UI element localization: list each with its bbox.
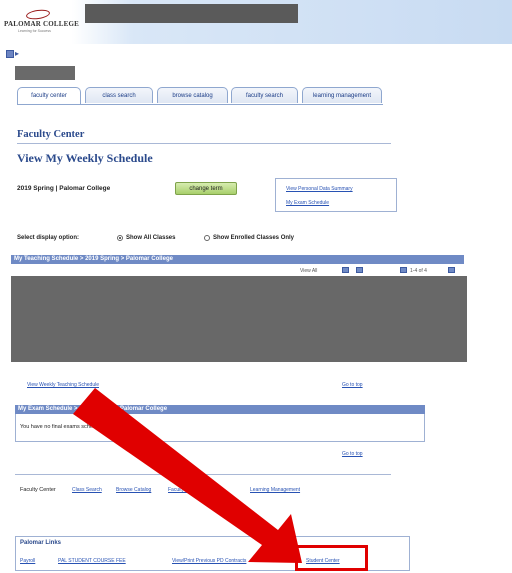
footer-divider — [15, 474, 391, 475]
show-enrolled-classes-label[interactable]: Show Enrolled Classes Only — [213, 235, 294, 241]
go-to-top-link[interactable]: Go to top — [342, 451, 363, 457]
grid-icon[interactable] — [356, 267, 363, 273]
footer-browse-catalog-link[interactable]: Browse Catalog — [116, 487, 151, 493]
view-personal-data-link[interactable]: View Personal Data Summary — [286, 186, 353, 192]
student-center-highlight-box — [295, 545, 368, 571]
redacted-area — [85, 4, 298, 23]
palomar-links-title: Palomar Links — [20, 540, 62, 546]
my-exam-schedule-link[interactable]: My Exam Schedule — [286, 200, 329, 206]
side-links-box — [275, 178, 397, 212]
next-page-icon[interactable] — [448, 267, 455, 273]
menu-arrow-icon[interactable]: ▸ — [15, 49, 19, 59]
redacted-schedule-grid — [11, 276, 467, 362]
teaching-schedule-header: My Teaching Schedule > 2019 Spring > Pal… — [11, 255, 464, 264]
tab-faculty-center[interactable]: faculty center — [17, 87, 81, 105]
student-course-fee-link[interactable]: PAL STUDENT COURSE FEE — [58, 558, 126, 564]
show-all-classes-label[interactable]: Show All Classes — [126, 235, 175, 241]
payroll-link[interactable]: Payroll — [20, 558, 35, 564]
exam-schedule-header: My Exam Schedule > 2019 Spring > Palomar… — [15, 405, 425, 414]
footer-class-search-link[interactable]: Class Search — [72, 487, 102, 493]
footer-learning-management-link[interactable]: Learning Management — [250, 487, 300, 493]
tab-browse-catalog[interactable]: browse catalog — [157, 87, 228, 103]
zoom-icon[interactable] — [342, 267, 349, 273]
menu-toggle-icon[interactable] — [6, 50, 14, 58]
change-term-button[interactable]: change term — [175, 182, 237, 195]
first-page-icon[interactable] — [400, 267, 407, 273]
pd-contracts-link[interactable]: View/Print Previous PD Contracts — [172, 558, 246, 564]
display-option-label: Select display option: — [17, 235, 80, 241]
pager-view-all[interactable]: View All — [300, 268, 317, 274]
logo-tagline: Learning for Success — [18, 29, 51, 33]
go-to-top-link[interactable]: Go to top — [342, 382, 363, 388]
pager-range: 1-4 of 4 — [410, 268, 427, 274]
section-label: Faculty Center — [17, 129, 85, 140]
redacted-area — [15, 66, 75, 80]
palomar-logo[interactable]: PALOMAR COLLEGE Learning for Success — [4, 8, 79, 36]
page-title: View My Weekly Schedule — [17, 151, 153, 165]
footer-faculty-search-link[interactable]: Faculty Search — [168, 487, 201, 493]
logo-name: PALOMAR COLLEGE — [4, 20, 80, 28]
logo-ring-icon — [25, 8, 51, 21]
footer-label: Faculty Center — [20, 487, 56, 493]
tab-class-search[interactable]: class search — [85, 87, 153, 103]
tab-learning-management[interactable]: learning management — [302, 87, 382, 103]
tab-divider — [17, 104, 383, 105]
show-all-classes-radio[interactable] — [117, 235, 123, 241]
tab-faculty-search[interactable]: faculty search — [231, 87, 298, 103]
show-enrolled-classes-radio[interactable] — [204, 235, 210, 241]
view-weekly-schedule-link[interactable]: View Weekly Teaching Schedule — [27, 382, 99, 388]
section-divider — [17, 143, 391, 144]
exam-message: You have no final exams scheduled at thi… — [20, 424, 136, 430]
term-label: 2019 Spring | Palomar College — [17, 185, 111, 192]
